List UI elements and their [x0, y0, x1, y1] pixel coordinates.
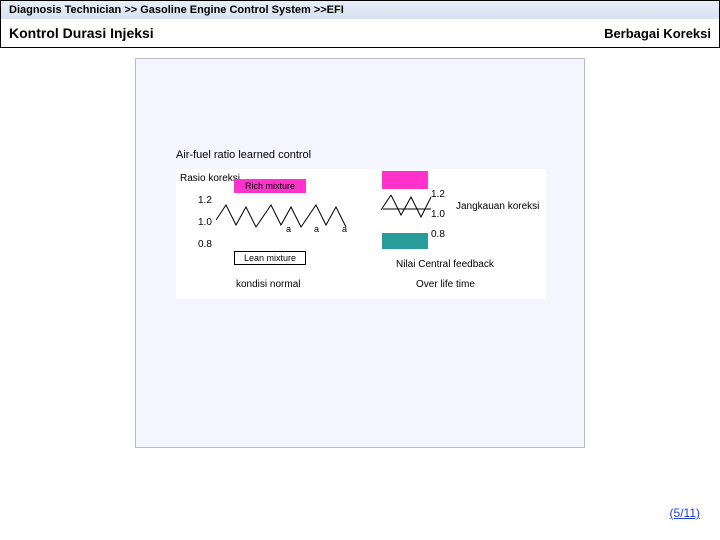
tick-right-1.2: 1.2 — [431, 189, 445, 200]
section-label: Air-fuel ratio learned control — [176, 149, 311, 161]
tick-1.2: 1.2 — [198, 195, 212, 206]
content-frame: Air-fuel ratio learned control Rasio kor… — [135, 58, 585, 448]
label-a: a — [314, 224, 319, 234]
label-a: a — [342, 224, 347, 234]
page-number-link[interactable]: (5/11) — [670, 506, 700, 520]
tick-1.0: 1.0 — [198, 217, 212, 228]
page-subtitle: Berbagai Koreksi — [604, 26, 711, 41]
diagram: Rasio koreksi 1.2 1.0 0.8 Rich mixture L… — [176, 169, 546, 299]
tick-right-1.0: 1.0 — [431, 209, 445, 220]
magenta-indicator-top — [382, 171, 428, 189]
lean-mixture-box: Lean mixture — [234, 251, 306, 265]
tick-right-0.8: 0.8 — [431, 229, 445, 240]
page-title: Kontrol Durasi Injeksi — [9, 25, 154, 41]
column-normal-label: kondisi normal — [236, 279, 300, 290]
correction-range-label: Jangkauan koreksi — [456, 201, 539, 212]
rich-mixture-box: Rich mixture — [234, 179, 306, 193]
label-a: a — [286, 224, 291, 234]
breadcrumb: Diagnosis Technician >> Gasoline Engine … — [1, 1, 719, 19]
feedback-label: Nilai Central feedback — [396, 259, 494, 270]
y-axis-label-left: Rasio koreksi — [180, 173, 240, 184]
waveform-chart — [216, 195, 436, 245]
tick-0.8: 0.8 — [198, 239, 212, 250]
column-overlife-label: Over life time — [416, 279, 475, 290]
